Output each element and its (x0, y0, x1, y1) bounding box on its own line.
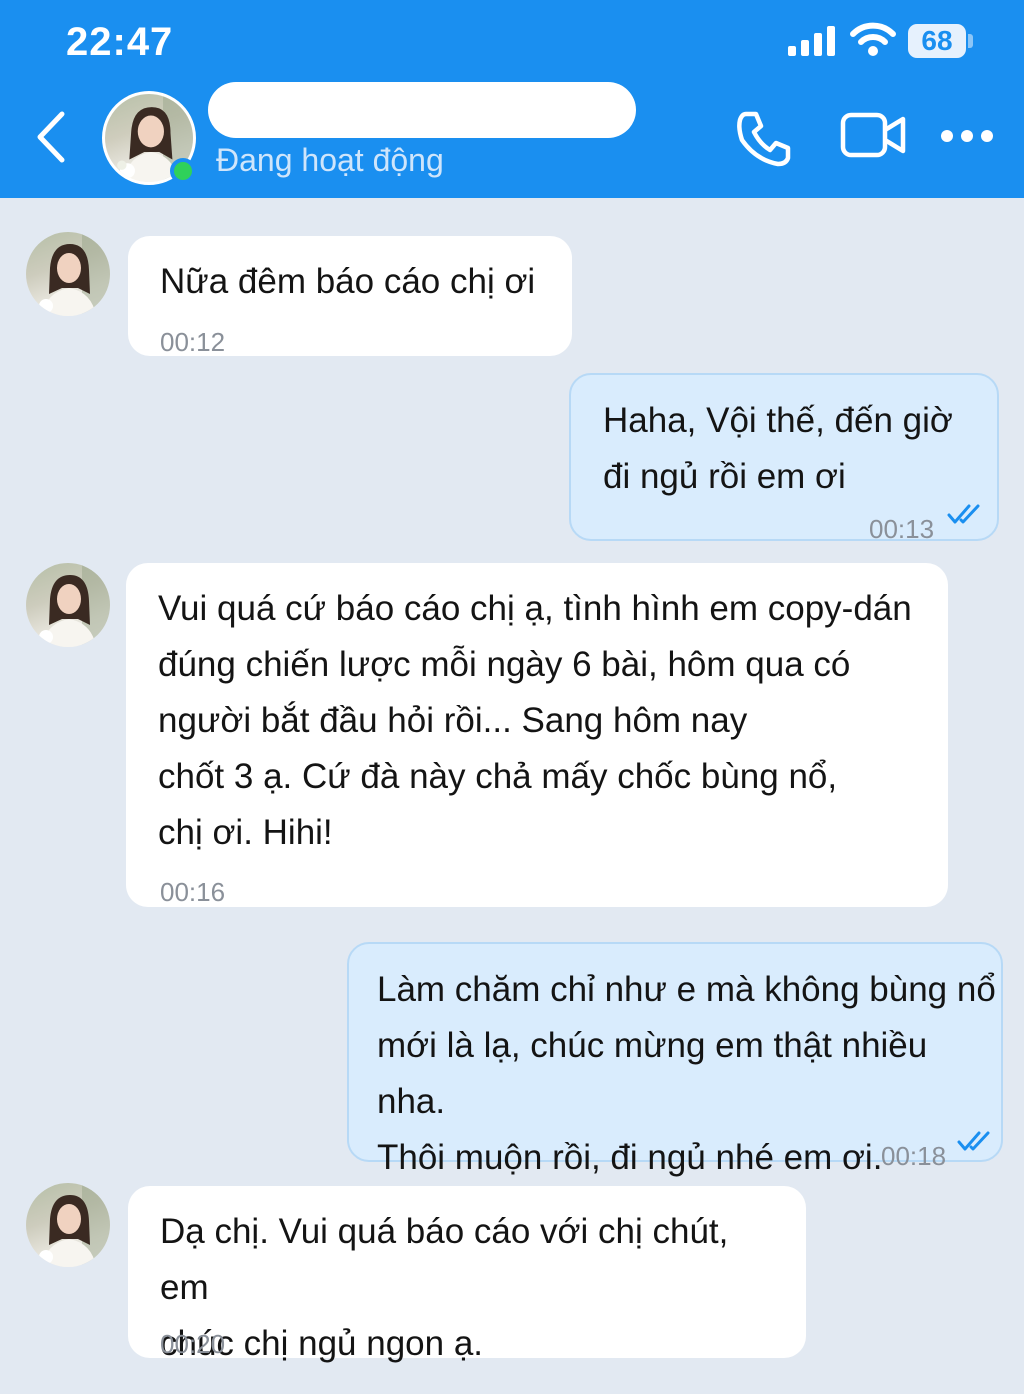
message-text: Dạ chị. Vui quá báo cáo với chị chút, em… (160, 1212, 729, 1363)
message-bubble-outgoing[interactable]: Làm chăm chỉ như e mà không bùng nổ mới … (347, 942, 1003, 1177)
message-bubble-incoming[interactable]: Nữa đêm báo cáo chị ơi 00:12 (128, 236, 572, 357)
message-bubble-outgoing[interactable]: Haha, Vội thế, đến giờ đi ngủ rồi em ơi … (569, 373, 999, 544)
sender-avatar[interactable] (26, 563, 110, 647)
message-bubble-incoming[interactable]: Dạ chị. Vui quá báo cáo với chị chút, em… (128, 1186, 806, 1363)
status-time: 22:47 (66, 20, 174, 64)
battery-tip (968, 34, 973, 48)
video-camera-icon[interactable] (840, 110, 906, 160)
sender-avatar[interactable] (26, 232, 110, 316)
message-text: Haha, Vội thế, đến giờ đi ngủ rồi em ơi (603, 401, 953, 496)
read-ticks-icon (957, 1131, 990, 1151)
contact-name[interactable] (208, 82, 636, 138)
message-time: 00:18 (881, 1141, 947, 1171)
message-text: Vui quá cứ báo cáo chị ạ, tình hình em c… (158, 589, 912, 852)
portrait-image (39, 232, 110, 316)
battery-indicator: 68 (908, 24, 966, 58)
wifi-icon (850, 22, 896, 56)
online-status-dot (170, 158, 196, 184)
portrait-image (39, 563, 110, 647)
chat-header: 22:47 68 Đang hoạt động (0, 0, 1024, 198)
sender-avatar[interactable] (26, 1183, 110, 1267)
read-ticks-icon (947, 504, 980, 524)
cellular-signal-icon (788, 26, 835, 56)
contact-status: Đang hoạt động (216, 142, 444, 178)
more-dots-icon[interactable] (940, 128, 994, 144)
message-time: 00:20 (160, 1329, 226, 1359)
message-time: 00:13 (869, 514, 935, 544)
message-text: Nữa đêm báo cáo chị ơi (160, 262, 536, 301)
portrait-image (39, 1183, 110, 1267)
message-bubble-incoming[interactable]: Vui quá cứ báo cáo chị ạ, tình hình em c… (126, 563, 948, 907)
message-time: 00:16 (160, 877, 226, 907)
message-time: 00:12 (160, 327, 226, 357)
phone-icon[interactable] (734, 108, 794, 168)
back-button[interactable] (30, 108, 74, 166)
